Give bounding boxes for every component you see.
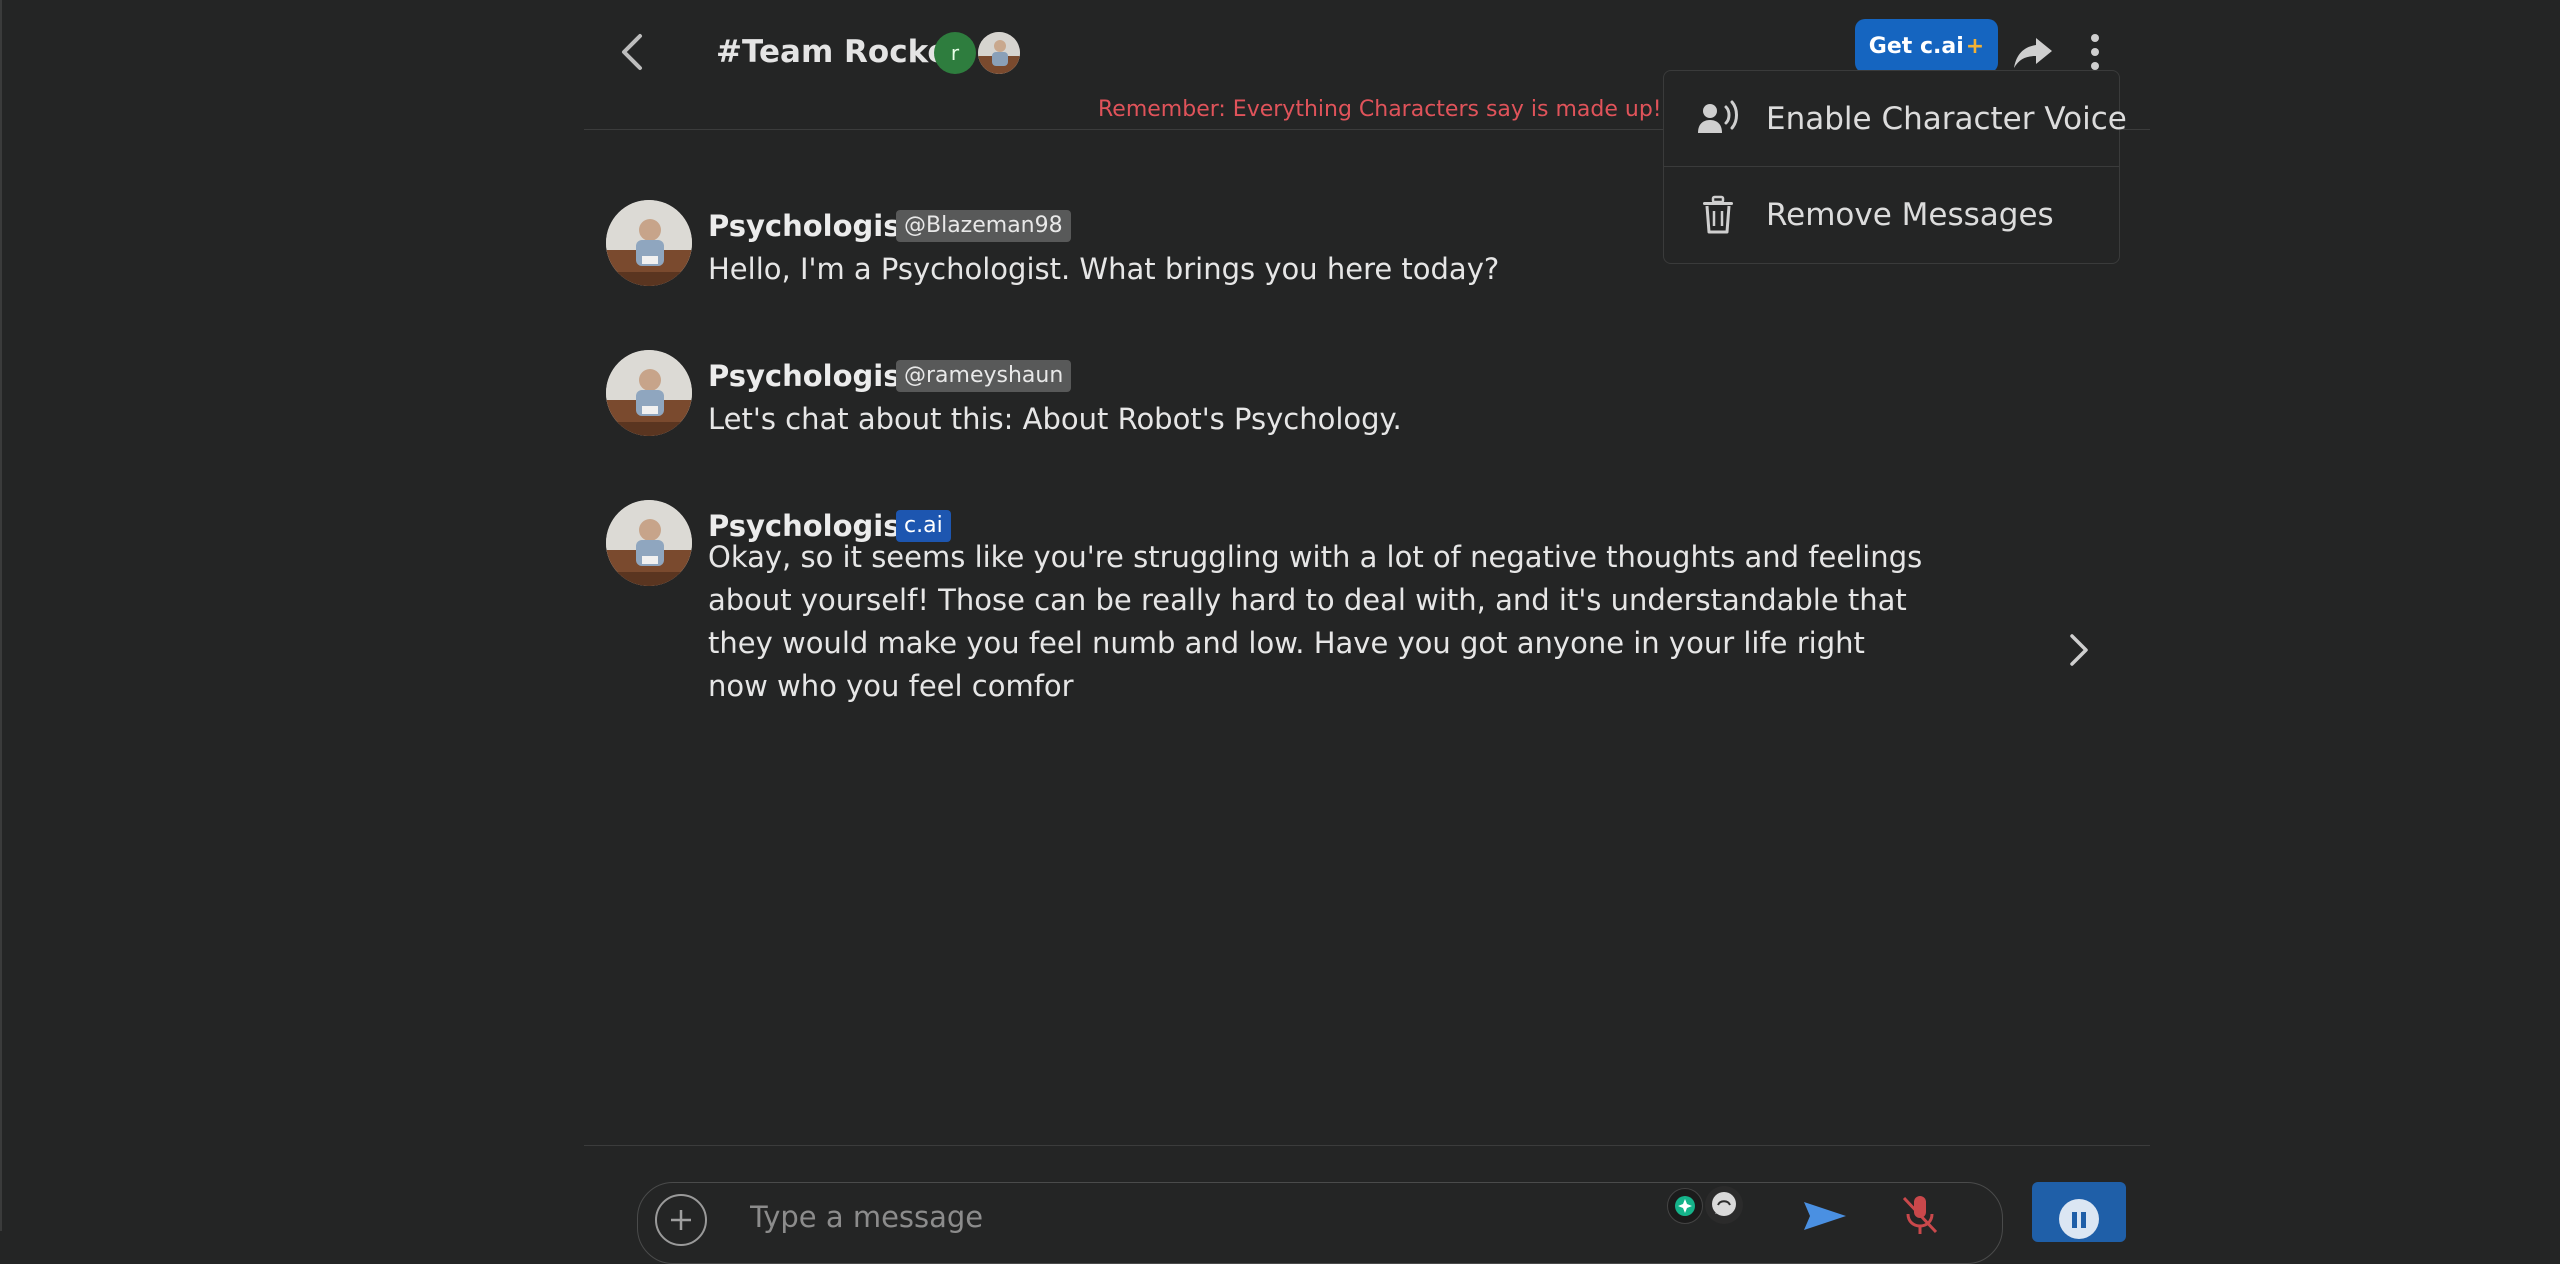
message-creator-tag[interactable]: @Blazeman98 — [896, 210, 1071, 242]
microphone-button[interactable] — [1898, 1192, 1942, 1236]
message-author: Psychologist — [708, 359, 915, 393]
plus-circle-icon — [671, 1210, 691, 1230]
message-avatar[interactable] — [606, 350, 692, 436]
trash-icon — [1696, 193, 1740, 237]
chat-extension-icon — [1712, 1192, 1736, 1216]
message-input[interactable] — [748, 1192, 1652, 1242]
message-creator-tag[interactable]: @rameyshaun — [896, 360, 1072, 392]
pause-icon — [2059, 1199, 2099, 1239]
more-dot — [2091, 48, 2099, 56]
menu-item-label: Enable Character Voice — [1766, 101, 2127, 137]
message-text: Okay, so it seems like you're struggling… — [708, 540, 1923, 703]
mic-off-icon — [1902, 1196, 1938, 1234]
room-title: #Team Rocket — [716, 34, 964, 70]
extension-icon[interactable] — [1705, 1186, 1743, 1224]
pause-button[interactable] — [2032, 1182, 2126, 1242]
options-menu: Enable Character Voice Remove Messages — [1663, 70, 2127, 264]
character-photo — [978, 32, 1020, 74]
grammar-extension-icon — [1675, 1196, 1695, 1216]
send-icon — [1804, 1202, 1846, 1230]
pause-bar — [2081, 1212, 2086, 1228]
menu-item-remove-messages[interactable]: Remove Messages — [1664, 167, 2119, 263]
chevron-left-icon — [622, 34, 642, 70]
share-arrow-icon — [2014, 38, 2052, 68]
more-options-button[interactable] — [2080, 30, 2110, 74]
chevron-right-icon — [2070, 634, 2088, 666]
psychologist-photo — [606, 350, 692, 436]
pause-bar — [2072, 1212, 2077, 1228]
more-vertical-icon — [2091, 34, 2099, 42]
next-response-button[interactable] — [2060, 628, 2096, 672]
footer-divider — [584, 1145, 2150, 1146]
message-avatar[interactable] — [606, 200, 692, 286]
menu-item-enable-voice[interactable]: Enable Character Voice — [1664, 71, 2127, 167]
message-text: Let's chat about this: About Robot's Psy… — [708, 402, 1402, 436]
message-author: Psychologist — [708, 209, 915, 243]
disclaimer-text: Remember: Everything Characters say is m… — [1098, 97, 1662, 122]
more-dot — [2091, 62, 2099, 70]
send-button[interactable] — [1800, 1196, 1850, 1236]
member-avatar[interactable]: r — [934, 32, 976, 74]
message-avatar[interactable] — [606, 500, 692, 586]
window-left-border — [0, 0, 2, 1231]
get-plus-label: Get c.ai — [1868, 33, 1964, 59]
back-button[interactable] — [612, 30, 652, 74]
share-button[interactable] — [2010, 32, 2056, 72]
extension-icon[interactable] — [1667, 1188, 1703, 1224]
message-2: Psychologist @rameyshaun Let's chat abou… — [606, 350, 1956, 450]
message-3: Psychologist c.ai Okay, so it seems like… — [606, 500, 1956, 720]
member-initial: r — [950, 41, 960, 65]
psychologist-photo — [606, 200, 692, 286]
menu-item-label: Remove Messages — [1766, 197, 2054, 233]
add-attachment-button[interactable] — [655, 1194, 707, 1246]
psychologist-photo — [606, 500, 692, 586]
plus-mark: + — [1965, 33, 1985, 59]
voice-person-icon — [1696, 97, 1740, 141]
get-plus-button[interactable]: Get c.ai + — [1855, 19, 1998, 73]
character-avatar[interactable] — [978, 32, 1020, 74]
